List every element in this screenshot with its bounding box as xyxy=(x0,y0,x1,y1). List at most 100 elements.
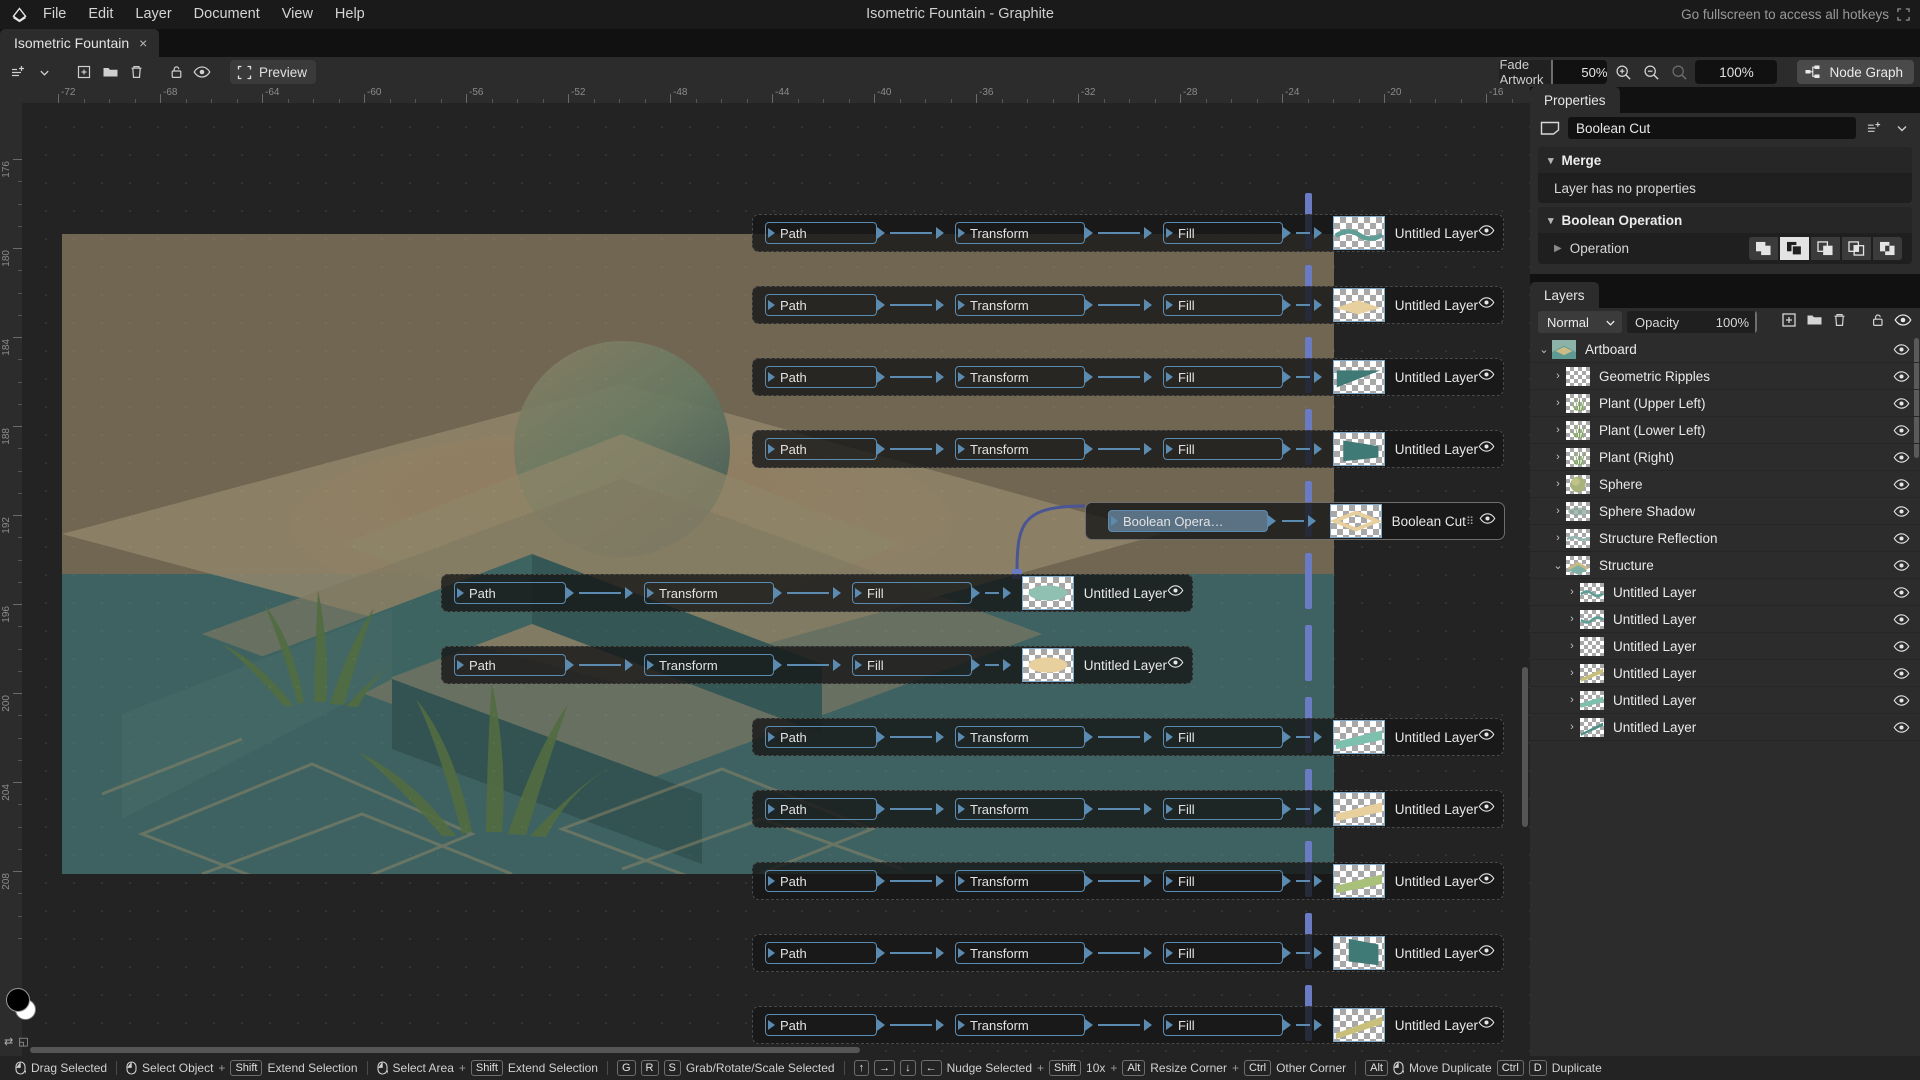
node-port-fill[interactable]: Fill xyxy=(1163,294,1283,316)
node-port-path[interactable]: Path xyxy=(454,654,566,676)
node-port-fill[interactable]: Fill xyxy=(1163,366,1283,388)
node-port-fill[interactable]: Fill xyxy=(1163,942,1283,964)
node-port-path[interactable]: Path xyxy=(765,942,877,964)
node-output-port[interactable] xyxy=(1283,875,1291,887)
lock-icon[interactable] xyxy=(164,60,188,84)
node-output-port[interactable] xyxy=(1085,227,1093,239)
node-port-fill[interactable]: Fill xyxy=(1163,1014,1283,1036)
node-port-transform[interactable]: Transform xyxy=(955,438,1085,460)
node-output-port[interactable] xyxy=(1085,1019,1093,1031)
add-artboard-icon[interactable] xyxy=(72,60,96,84)
visibility-icon[interactable] xyxy=(1478,872,1495,890)
layer-row[interactable]: ›Untitled Layer xyxy=(1530,579,1920,606)
node-output-port[interactable] xyxy=(1283,947,1291,959)
color-swatches[interactable]: ⇄ ◱ xyxy=(4,986,40,1032)
node-output-port[interactable] xyxy=(1085,875,1093,887)
visibility-icon[interactable] xyxy=(1893,424,1910,437)
visibility-icon[interactable] xyxy=(1478,1016,1495,1034)
node-output-port[interactable] xyxy=(1085,443,1093,455)
zoom-out-icon[interactable] xyxy=(1639,60,1663,84)
visibility-icon[interactable] xyxy=(1167,584,1184,602)
visibility-icon[interactable] xyxy=(1893,667,1910,680)
node-output-port[interactable] xyxy=(877,731,885,743)
new-folder-icon[interactable] xyxy=(1806,312,1823,332)
node-port-transform[interactable]: Transform xyxy=(955,222,1085,244)
visibility-icon[interactable] xyxy=(1893,640,1910,653)
node-output-port[interactable] xyxy=(1283,371,1291,383)
node-connection-wire[interactable] xyxy=(1305,553,1312,609)
chevron-down-icon[interactable] xyxy=(1892,118,1912,138)
chevron-right-icon[interactable]: › xyxy=(1550,397,1566,409)
node-output-port[interactable] xyxy=(566,587,574,599)
visibility-icon[interactable] xyxy=(1478,800,1495,818)
node-graph-layer-row[interactable]: PathTransformFillUntitled Layer xyxy=(752,718,1504,756)
layer-row[interactable]: ›Plant (Right) xyxy=(1530,444,1920,471)
node-output-port[interactable] xyxy=(1283,803,1291,815)
drag-handle-icon[interactable]: ⠿ xyxy=(1466,515,1473,528)
chevron-right-icon[interactable]: › xyxy=(1550,370,1566,382)
layer-row[interactable]: ›Geometric Ripples xyxy=(1530,363,1920,390)
layer-row[interactable]: ›Sphere Shadow xyxy=(1530,498,1920,525)
visibility-icon[interactable] xyxy=(1893,343,1910,356)
node-port-transform[interactable]: Transform xyxy=(955,294,1085,316)
node-output-port[interactable] xyxy=(1085,731,1093,743)
chevron-down-icon[interactable]: ▾ xyxy=(1548,214,1554,227)
node-output-port[interactable] xyxy=(972,659,980,671)
node-output-port[interactable] xyxy=(877,803,885,815)
chevron-right-icon[interactable]: › xyxy=(1564,694,1580,706)
layer-row[interactable]: ›Untitled Layer xyxy=(1530,660,1920,687)
node-graph-layer-row[interactable]: PathTransformFillUntitled Layer xyxy=(752,1006,1504,1044)
tab-layers[interactable]: Layers xyxy=(1530,282,1599,308)
horizontal-ruler[interactable]: -72-68-64-60-56-52-48-44-40-36-32-28-24-… xyxy=(22,87,1530,103)
new-layer-icon[interactable] xyxy=(6,60,30,84)
node-output-port[interactable] xyxy=(1085,299,1093,311)
document-tab-isometric-fountain[interactable]: Isometric Fountain × xyxy=(0,29,159,57)
menu-edit[interactable]: Edit xyxy=(77,0,124,29)
fade-artwork-slider[interactable]: Fade Artwork 50% xyxy=(1499,60,1607,84)
chevron-down-icon[interactable]: ▾ xyxy=(1548,154,1554,167)
chevron-right-icon[interactable]: › xyxy=(1550,505,1566,517)
zoom-reset-icon[interactable] xyxy=(1667,60,1691,84)
node-output-port[interactable] xyxy=(1085,947,1093,959)
node-output-port[interactable] xyxy=(1085,803,1093,815)
chevron-down-icon[interactable]: ⌄ xyxy=(1550,559,1566,572)
layer-row[interactable]: ›Sphere xyxy=(1530,471,1920,498)
visibility-icon[interactable] xyxy=(1478,440,1495,458)
chevron-right-icon[interactable]: › xyxy=(1550,532,1566,544)
node-port-fill[interactable]: Fill xyxy=(1163,222,1283,244)
add-node-icon[interactable] xyxy=(1864,118,1884,138)
node-graph-layer-row[interactable]: PathTransformFillUntitled Layer xyxy=(752,862,1504,900)
chevron-right-icon[interactable]: › xyxy=(1564,721,1580,733)
visibility-icon[interactable] xyxy=(1893,559,1910,572)
node-port-transform[interactable]: Transform xyxy=(644,582,774,604)
menu-file[interactable]: File xyxy=(32,0,77,29)
swap-colors-icon[interactable]: ⇄ xyxy=(4,1035,13,1048)
visibility-icon[interactable] xyxy=(1479,512,1496,530)
menu-layer[interactable]: Layer xyxy=(124,0,182,29)
node-port-transform[interactable]: Transform xyxy=(955,366,1085,388)
node-output-port[interactable] xyxy=(1268,515,1276,527)
boolean-op-difference-button[interactable] xyxy=(1873,237,1902,260)
tab-properties[interactable]: Properties xyxy=(1530,87,1620,113)
menu-view[interactable]: View xyxy=(271,0,324,29)
preview-button[interactable]: Preview xyxy=(230,60,316,84)
node-output-port[interactable] xyxy=(1283,299,1291,311)
node-port-fill[interactable]: Fill xyxy=(852,582,972,604)
node-output-port[interactable] xyxy=(1283,731,1291,743)
node-port-transform[interactable]: Transform xyxy=(955,798,1085,820)
visibility-icon[interactable] xyxy=(1893,532,1910,545)
chevron-right-icon[interactable]: › xyxy=(1564,613,1580,625)
layer-row[interactable]: ›Untitled Layer xyxy=(1530,633,1920,660)
layer-row[interactable]: ›Untitled Layer xyxy=(1530,687,1920,714)
node-port-fill[interactable]: Fill xyxy=(1163,870,1283,892)
node-port-transform[interactable]: Transform xyxy=(955,726,1085,748)
node-port-path[interactable]: Path xyxy=(765,798,877,820)
node-graph-layer-row[interactable]: PathTransformFillUntitled Layer xyxy=(441,574,1193,612)
chevron-right-icon[interactable]: › xyxy=(1564,586,1580,598)
node-graph-layer-row[interactable]: PathTransformFillUntitled Layer xyxy=(752,790,1504,828)
node-output-port[interactable] xyxy=(877,947,885,959)
triangle-right-icon[interactable]: ▶ xyxy=(1554,243,1562,254)
node-output-port[interactable] xyxy=(877,1019,885,1031)
node-output-port[interactable] xyxy=(1283,443,1291,455)
chevron-down-icon[interactable] xyxy=(32,60,56,84)
